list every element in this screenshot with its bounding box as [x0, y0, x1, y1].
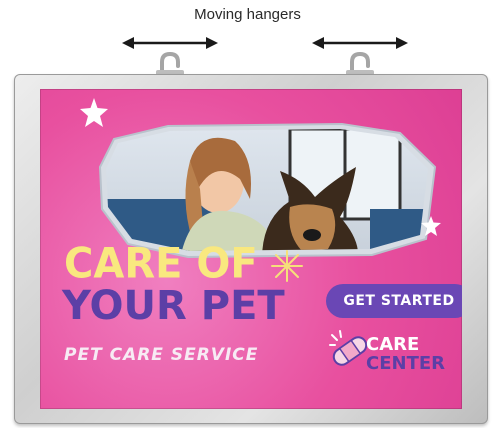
double-arrow-icon [122, 37, 218, 49]
poster-subtitle: PET CARE SERVICE [64, 345, 259, 365]
hanger-arrows [122, 37, 408, 78]
double-arrow-icon [312, 37, 408, 49]
brand-line-care: CARE [366, 334, 420, 355]
pet-care-poster: CARE OF YOUR PET PET CARE SERVICE GET ST… [40, 89, 462, 409]
brand-line-center: CENTER [366, 353, 446, 374]
snap-frame: CARE OF YOUR PET PET CARE SERVICE GET ST… [14, 74, 488, 424]
poster-headline-line1: CARE OF [64, 239, 258, 289]
sparkle-icon [271, 250, 303, 282]
star-icon [421, 216, 441, 236]
poster-headline-line2: YOUR PET [62, 283, 285, 329]
star-icon [80, 98, 108, 127]
get-started-button[interactable]: GET STARTED [326, 284, 462, 318]
care-center-logo: CARE CENTER [366, 335, 462, 373]
